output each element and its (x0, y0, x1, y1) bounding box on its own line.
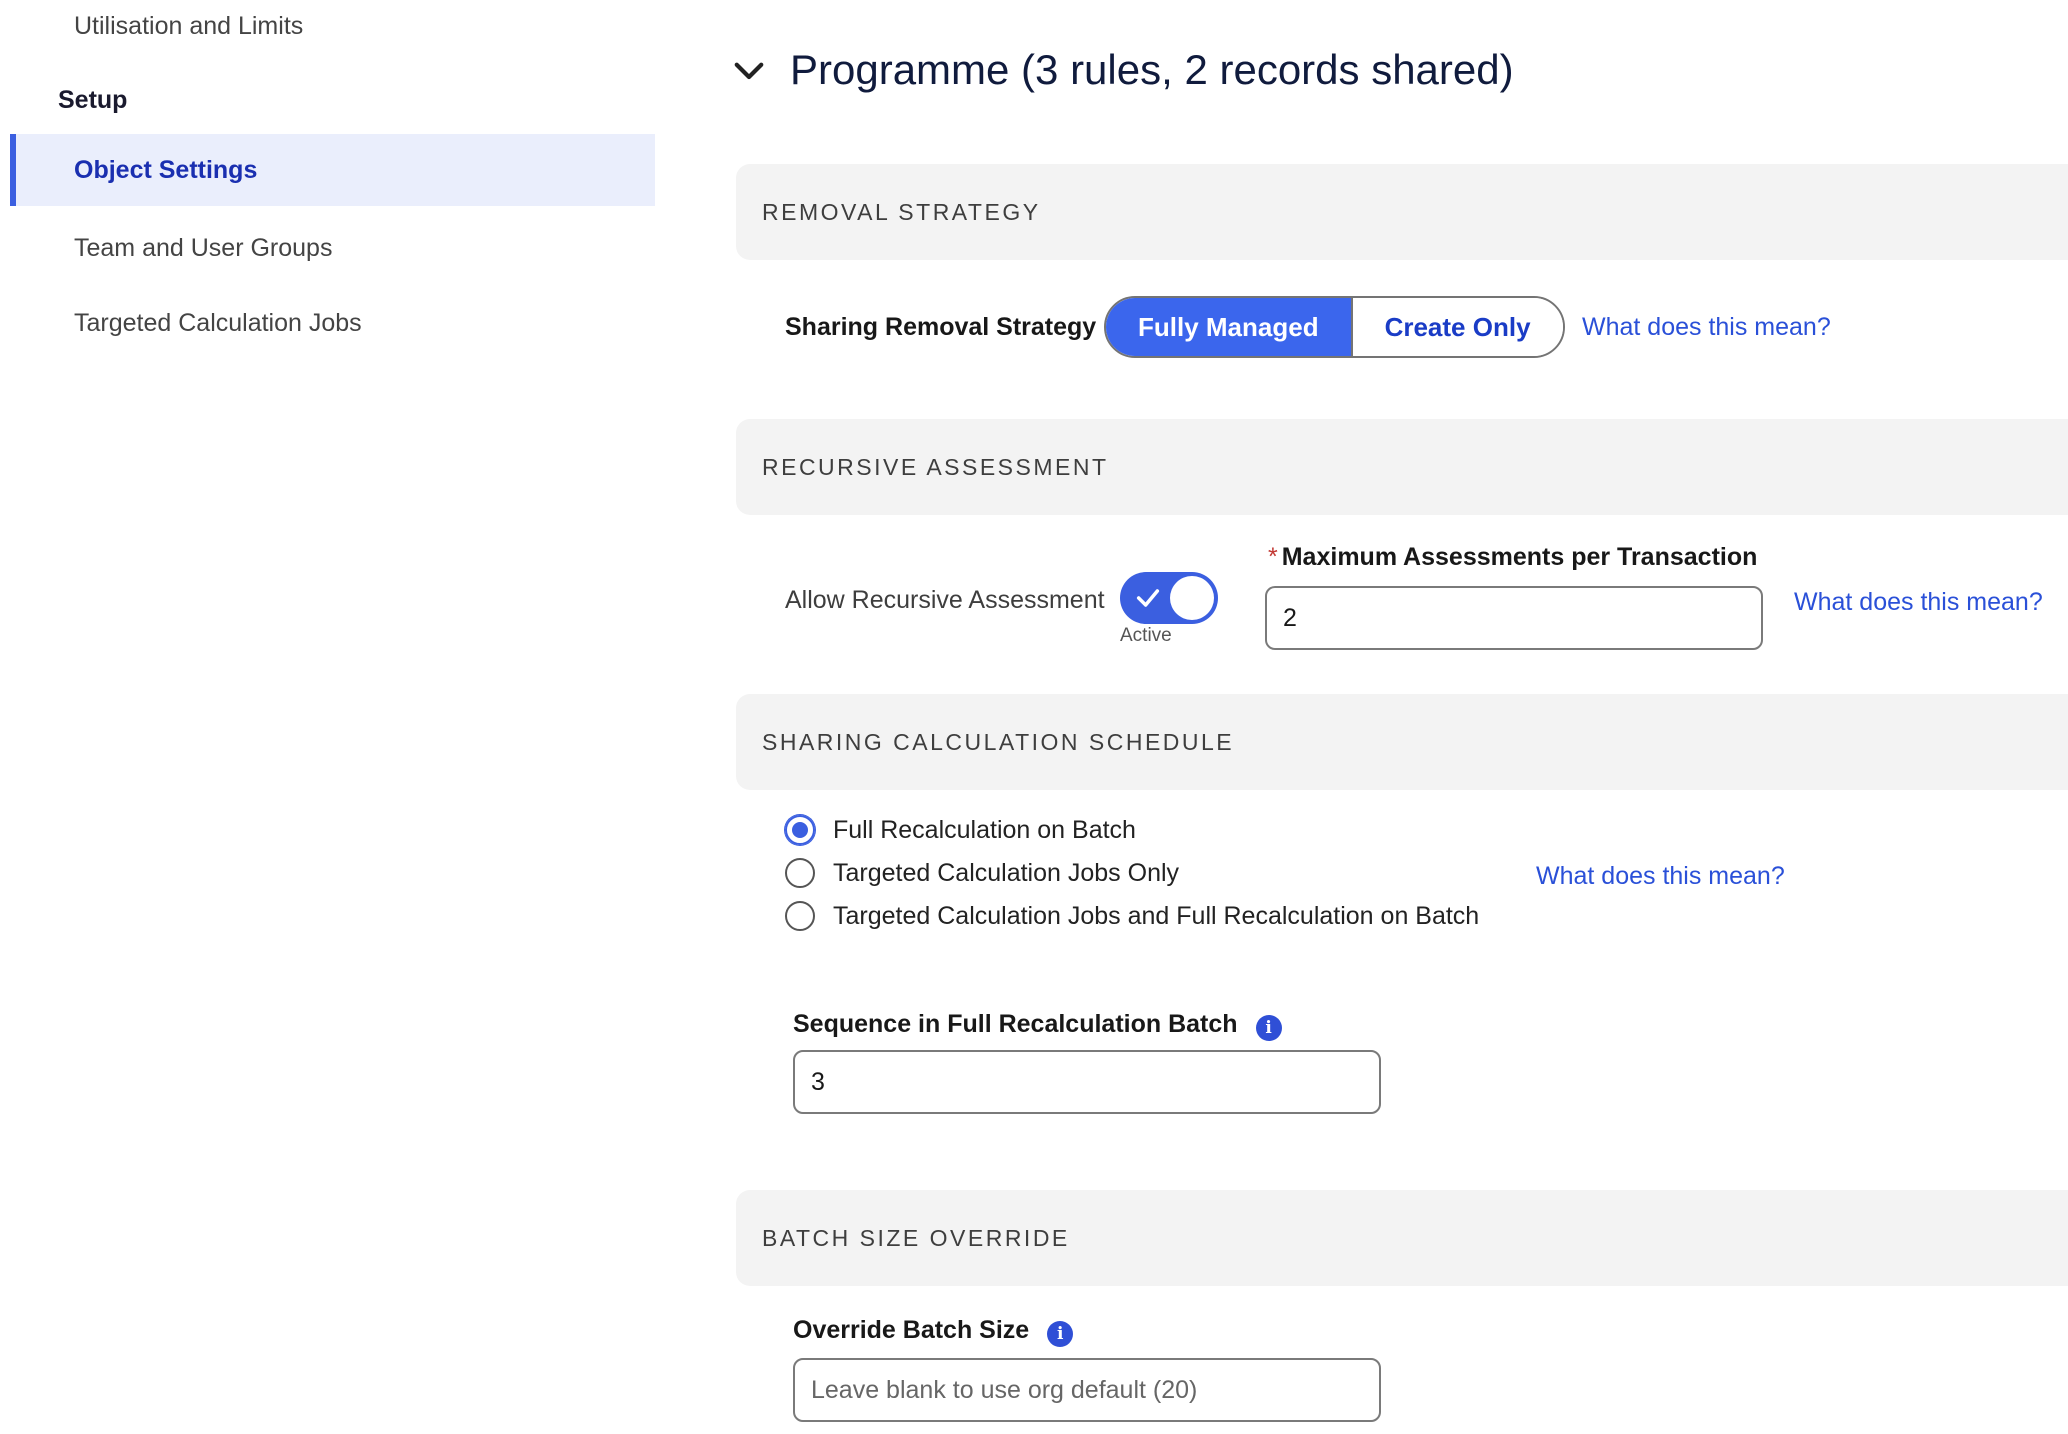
sidebar-item-object-settings[interactable]: Object Settings (10, 134, 655, 206)
sequence-label: Sequence in Full Recalculation Batch i (793, 1010, 1282, 1041)
removal-strategy-heading: REMOVAL STRATEGY (736, 164, 2068, 260)
radio-label: Targeted Calculation Jobs Only (833, 858, 1180, 887)
radio-targeted-jobs-and-full-recalculation[interactable]: Targeted Calculation Jobs and Full Recal… (785, 901, 1479, 931)
recursive-assessment-heading: RECURSIVE ASSESSMENT (736, 419, 2068, 515)
max-assessments-label-text: Maximum Assessments per Transaction (1281, 543, 1758, 571)
sidebar-heading-setup: Setup (58, 86, 128, 114)
allow-recursive-assessment-label: Allow Recursive Assessment (785, 586, 1105, 614)
radio-label: Full Recalculation on Batch (833, 815, 1136, 844)
sequence-label-text: Sequence in Full Recalculation Batch (793, 1010, 1238, 1038)
sharing-removal-strategy-label: Sharing Removal Strategy (785, 313, 1097, 341)
radio-label: Targeted Calculation Jobs and Full Recal… (833, 901, 1480, 930)
main-content: Programme (3 rules, 2 records shared) RE… (720, 0, 2068, 1434)
required-marker: * (1268, 543, 1278, 571)
max-assessments-input[interactable] (1265, 586, 1763, 650)
removal-help-link[interactable]: What does this mean? (1582, 313, 1831, 342)
sidebar-item-label: Team and User Groups (74, 233, 333, 262)
recursive-help-link[interactable]: What does this mean? (1794, 588, 2043, 617)
sharing-calculation-schedule-heading: SHARING CALCULATION SCHEDULE (736, 694, 2068, 790)
override-batch-size-label-text: Override Batch Size (793, 1316, 1030, 1344)
check-icon (1136, 589, 1160, 607)
batch-size-override-heading: BATCH SIZE OVERRIDE (736, 1190, 2068, 1286)
radio-button[interactable] (785, 858, 815, 888)
override-batch-size-input[interactable] (793, 1358, 1381, 1422)
section-header[interactable]: Programme (3 rules, 2 records shared) (728, 30, 1514, 110)
sequence-input[interactable] (793, 1050, 1381, 1114)
section-heading-text: SHARING CALCULATION SCHEDULE (762, 728, 1235, 755)
sidebar-item-team-and-user-groups[interactable]: Team and User Groups (10, 212, 655, 284)
toggle-state-label: Active (1120, 625, 1172, 646)
sidebar-item-label: Utilisation and Limits (74, 11, 304, 40)
sidebar-item-label: Targeted Calculation Jobs (74, 308, 362, 337)
recursive-assessment-toggle[interactable] (1120, 572, 1218, 624)
schedule-help-link[interactable]: What does this mean? (1536, 862, 1785, 891)
section-heading-text: REMOVAL STRATEGY (762, 198, 1041, 225)
page-title: Programme (3 rules, 2 records shared) (790, 46, 1514, 93)
radio-targeted-calculation-jobs-only[interactable]: Targeted Calculation Jobs Only (785, 858, 1179, 888)
fully-managed-button[interactable]: Fully Managed (1106, 298, 1353, 356)
sidebar-item-label: Object Settings (74, 155, 258, 184)
override-batch-size-label: Override Batch Size i (793, 1316, 1074, 1347)
radio-button-checked[interactable] (785, 815, 815, 845)
removal-strategy-segmented-control[interactable]: Fully Managed Create Only (1104, 296, 1565, 358)
chevron-down-icon[interactable] (728, 49, 770, 91)
info-icon[interactable]: i (1255, 1014, 1282, 1041)
info-icon[interactable]: i (1047, 1320, 1074, 1347)
radio-full-recalculation-on-batch[interactable]: Full Recalculation on Batch (785, 815, 1136, 845)
create-only-button[interactable]: Create Only (1352, 298, 1563, 356)
sidebar-item-targeted-calculation-jobs[interactable]: Targeted Calculation Jobs (10, 287, 655, 359)
sidebar-item-utilisation-and-limits[interactable]: Utilisation and Limits (10, 0, 655, 62)
section-heading-text: BATCH SIZE OVERRIDE (762, 1224, 1070, 1251)
section-heading-text: RECURSIVE ASSESSMENT (762, 453, 1109, 480)
radio-button[interactable] (785, 901, 815, 931)
toggle-knob (1170, 576, 1214, 620)
max-assessments-label: * Maximum Assessments per Transaction (1268, 543, 1757, 572)
sidebar: Utilisation and Limits Setup Object Sett… (0, 0, 660, 1434)
